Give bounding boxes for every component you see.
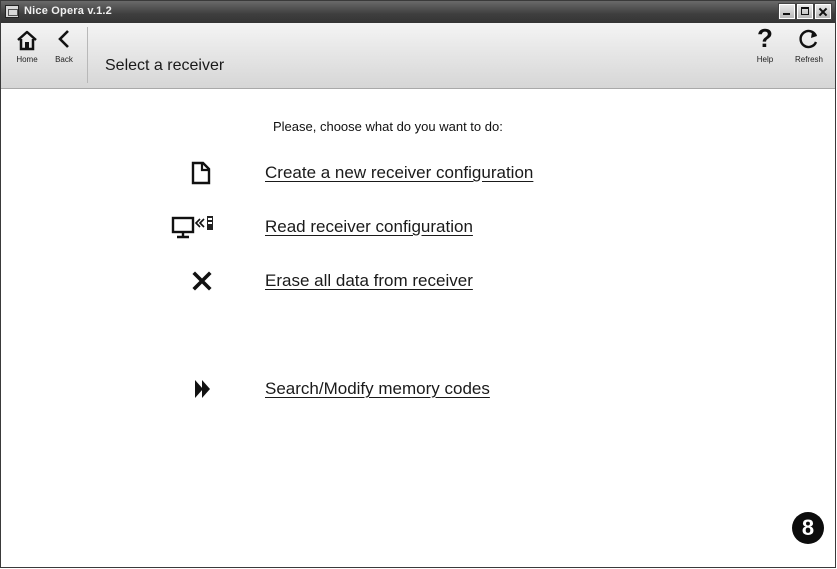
window-title: Nice Opera v.1.2: [24, 5, 112, 17]
minimize-button[interactable]: [778, 3, 796, 20]
back-button[interactable]: Back: [47, 23, 81, 65]
new-document-icon: [191, 161, 211, 185]
help-icon: ?: [757, 23, 773, 53]
option-read-link[interactable]: Read receiver configuration: [265, 217, 473, 237]
step-number-badge: 8: [792, 512, 824, 544]
close-window-button[interactable]: [814, 3, 832, 20]
help-button[interactable]: ? Help: [751, 23, 779, 65]
back-label: Back: [55, 55, 73, 64]
main-content: Please, choose what do you want to do: C…: [1, 89, 835, 567]
option-erase-link[interactable]: Erase all data from receiver: [265, 271, 473, 291]
instruction-text: Please, choose what do you want to do:: [273, 119, 503, 134]
option-read-configuration[interactable]: Read receiver configuration: [151, 211, 631, 243]
refresh-label: Refresh: [794, 55, 823, 64]
app-icon[interactable]: [5, 5, 19, 18]
option-create-configuration[interactable]: Create a new receiver configuration: [151, 157, 631, 189]
close-icon: [192, 271, 212, 291]
maximize-button[interactable]: [796, 3, 814, 20]
toolbar: Home Back Select a receiver ? Help Refre…: [1, 23, 835, 89]
refresh-button[interactable]: Refresh: [787, 23, 831, 65]
help-label: Help: [756, 55, 774, 64]
refresh-icon: [799, 29, 818, 49]
option-erase-data[interactable]: Erase all data from receiver: [151, 265, 631, 297]
app-window: Nice Opera v.1.2 Home Back Select a rece…: [0, 0, 836, 568]
home-icon: [17, 30, 37, 51]
option-create-link[interactable]: Create a new receiver configuration: [265, 163, 533, 183]
toolbar-divider: [87, 27, 88, 83]
back-arrow-icon: [58, 30, 69, 48]
option-search-memory-codes[interactable]: Search/Modify memory codes: [151, 373, 631, 405]
computer-read-icon: [171, 216, 213, 239]
home-label: Home: [16, 55, 38, 64]
title-bar[interactable]: Nice Opera v.1.2: [1, 1, 835, 23]
page-title: Select a receiver: [105, 57, 225, 74]
option-search-link[interactable]: Search/Modify memory codes: [265, 379, 490, 399]
home-button[interactable]: Home: [9, 23, 45, 65]
fast-forward-icon: [195, 380, 210, 398]
